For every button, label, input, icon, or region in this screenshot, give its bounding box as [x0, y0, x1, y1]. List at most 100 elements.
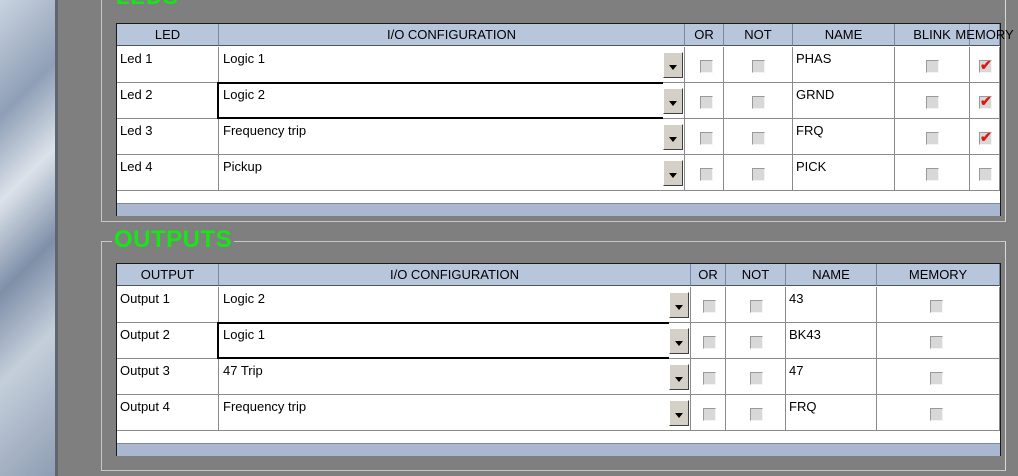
- or-cell: [691, 287, 726, 323]
- not-checkbox[interactable]: [752, 168, 765, 181]
- io-config-value: 47 Trip: [223, 363, 263, 378]
- chevron-down-icon[interactable]: [663, 124, 683, 150]
- or-cell: [691, 323, 726, 359]
- col-header-io-config: I/O CONFIGURATION: [219, 24, 685, 46]
- name-value: GRND: [796, 87, 835, 102]
- or-cell: [691, 395, 726, 431]
- col-header-not: NOT: [726, 264, 786, 286]
- led-label-cell: Led 3: [117, 119, 219, 155]
- blink-checkbox[interactable]: [926, 132, 939, 145]
- chevron-down-icon[interactable]: [669, 400, 689, 426]
- memory-checkbox[interactable]: [979, 57, 992, 74]
- or-checkbox[interactable]: [703, 300, 716, 313]
- io-config-combo[interactable]: Frequency trip: [219, 395, 691, 431]
- led-label-cell: Led 4: [117, 155, 219, 191]
- name-field[interactable]: GRND: [793, 83, 895, 119]
- memory-cell: [877, 359, 1000, 395]
- or-checkbox[interactable]: [700, 60, 713, 73]
- not-checkbox[interactable]: [750, 372, 763, 385]
- col-header-name: NAME: [793, 24, 895, 46]
- not-checkbox[interactable]: [752, 132, 765, 145]
- io-config-combo[interactable]: Frequency trip: [219, 119, 685, 155]
- io-config-value: Frequency trip: [223, 399, 307, 414]
- memory-checkbox[interactable]: [930, 372, 943, 385]
- memory-checkbox[interactable]: [979, 93, 992, 110]
- or-checkbox[interactable]: [700, 96, 713, 109]
- output-label-cell: Output 3: [117, 359, 219, 395]
- name-value: FRQ: [789, 399, 817, 414]
- output-label-cell: Output 1: [117, 287, 219, 323]
- or-checkbox[interactable]: [700, 168, 713, 181]
- blink-checkbox[interactable]: [926, 96, 939, 109]
- memory-cell: [970, 83, 1000, 119]
- name-value: 43: [789, 291, 804, 306]
- output-label: Output 3: [120, 363, 170, 378]
- io-config-value: Logic 1: [223, 51, 265, 66]
- name-value: 47: [789, 363, 804, 378]
- chevron-down-icon[interactable]: [663, 52, 683, 78]
- blink-cell: [895, 47, 970, 83]
- io-config-combo[interactable]: 47 Trip: [219, 359, 691, 395]
- name-field[interactable]: BK43: [786, 323, 877, 359]
- or-checkbox[interactable]: [703, 336, 716, 349]
- name-field[interactable]: 43: [786, 287, 877, 323]
- not-checkbox[interactable]: [750, 336, 763, 349]
- memory-cell: [970, 155, 1000, 191]
- memory-checkbox[interactable]: [979, 129, 992, 146]
- chevron-down-icon[interactable]: [663, 88, 683, 114]
- io-config-value: Logic 2: [223, 87, 265, 102]
- name-field[interactable]: FRQ: [793, 119, 895, 155]
- io-config-combo[interactable]: Logic 2: [217, 82, 685, 119]
- blink-checkbox[interactable]: [926, 168, 939, 181]
- background-panel: [0, 0, 58, 476]
- output-label-cell: Output 2: [117, 323, 219, 359]
- blink-cell: [895, 155, 970, 191]
- memory-cell: [877, 287, 1000, 323]
- or-checkbox[interactable]: [703, 372, 716, 385]
- output-label: Output 4: [120, 399, 170, 414]
- io-config-combo[interactable]: Logic 1: [219, 47, 685, 83]
- or-cell: [691, 359, 726, 395]
- io-config-combo[interactable]: Logic 2: [219, 287, 691, 323]
- led-label: Led 2: [120, 87, 153, 102]
- not-checkbox[interactable]: [752, 60, 765, 73]
- chevron-down-icon[interactable]: [669, 328, 689, 354]
- memory-checkbox[interactable]: [930, 408, 943, 421]
- not-checkbox[interactable]: [750, 300, 763, 313]
- blink-cell: [895, 119, 970, 155]
- memory-checkbox[interactable]: [930, 300, 943, 313]
- not-checkbox[interactable]: [750, 408, 763, 421]
- table-row: Output 2 Logic 1 BK43: [117, 322, 1000, 359]
- or-cell: [685, 155, 724, 191]
- not-cell: [726, 287, 786, 323]
- or-checkbox[interactable]: [703, 408, 716, 421]
- chevron-down-icon[interactable]: [663, 160, 683, 186]
- name-field[interactable]: PHAS: [793, 47, 895, 83]
- io-config-value: Frequency trip: [223, 123, 307, 138]
- io-config-combo[interactable]: Logic 1: [217, 322, 691, 359]
- table-row: Led 1 Logic 1 PHAS: [117, 47, 1000, 83]
- col-header-name: NAME: [786, 264, 877, 286]
- memory-checkbox[interactable]: [979, 168, 992, 181]
- blink-checkbox[interactable]: [926, 60, 939, 73]
- table-row: Output 4 Frequency trip FRQ: [117, 395, 1000, 431]
- name-field[interactable]: FRQ: [786, 395, 877, 431]
- output-label-cell: Output 4: [117, 395, 219, 431]
- leds-title: LEDS: [116, 0, 179, 10]
- chevron-down-icon[interactable]: [669, 292, 689, 318]
- not-cell: [726, 359, 786, 395]
- not-cell: [726, 395, 786, 431]
- not-checkbox[interactable]: [752, 96, 765, 109]
- col-header-not: NOT: [724, 24, 793, 46]
- name-field[interactable]: 47: [786, 359, 877, 395]
- name-value: BK43: [789, 327, 821, 342]
- table-row: Led 4 Pickup PICK: [117, 155, 1000, 191]
- chevron-down-icon[interactable]: [669, 364, 689, 390]
- io-config-combo[interactable]: Pickup: [219, 155, 685, 191]
- memory-checkbox[interactable]: [930, 336, 943, 349]
- led-label-cell: Led 2: [117, 83, 219, 119]
- or-checkbox[interactable]: [700, 132, 713, 145]
- col-header-output: OUTPUT: [117, 264, 219, 286]
- name-field[interactable]: PICK: [793, 155, 895, 191]
- led-label: Led 4: [120, 159, 153, 174]
